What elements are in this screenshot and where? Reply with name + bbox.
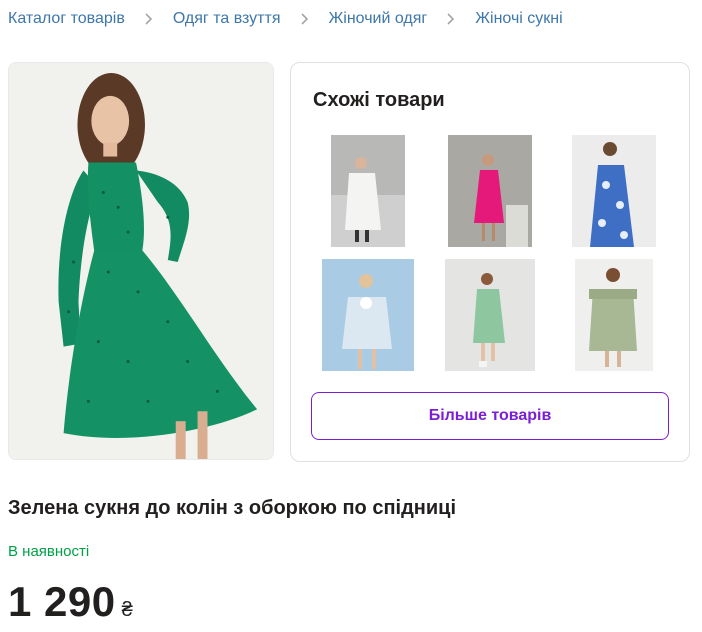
chevron-right-icon xyxy=(281,13,329,25)
similar-product-thumbnail[interactable] xyxy=(575,259,653,371)
similar-product-thumbnail[interactable] xyxy=(322,259,414,371)
currency-symbol: ₴ xyxy=(121,599,133,621)
chevron-right-icon xyxy=(427,13,475,25)
breadcrumb-link-womens-dresses[interactable]: Жіночі сукні xyxy=(475,10,562,28)
similar-product-thumbnail[interactable] xyxy=(445,259,535,371)
product-title: Зелена сукня до колін з оборкою по спідн… xyxy=(8,497,457,519)
similar-product-thumbnail[interactable] xyxy=(448,135,532,247)
breadcrumb-link-clothing-shoes[interactable]: Одяг та взуття xyxy=(173,10,281,28)
product-price: 1 290 ₴ xyxy=(8,578,133,626)
breadcrumb: Каталог товарів Одяг та взуття Жіночий о… xyxy=(8,10,563,28)
similar-product-thumbnail[interactable] xyxy=(331,135,405,247)
similar-products-panel: Схожі товари Більше товарів xyxy=(290,62,690,462)
price-value: 1 290 xyxy=(8,578,116,625)
product-main-photo[interactable] xyxy=(8,62,274,460)
chevron-right-icon xyxy=(125,13,173,25)
availability-status: В наявності xyxy=(8,543,90,560)
more-products-button[interactable]: Більше товарів xyxy=(311,392,669,440)
similar-products-title: Схожі товари xyxy=(313,89,445,111)
breadcrumb-link-catalog[interactable]: Каталог товарів xyxy=(8,10,125,28)
similar-product-thumbnail[interactable] xyxy=(572,135,656,247)
breadcrumb-link-womens-clothing[interactable]: Жіночий одяг xyxy=(329,10,428,28)
